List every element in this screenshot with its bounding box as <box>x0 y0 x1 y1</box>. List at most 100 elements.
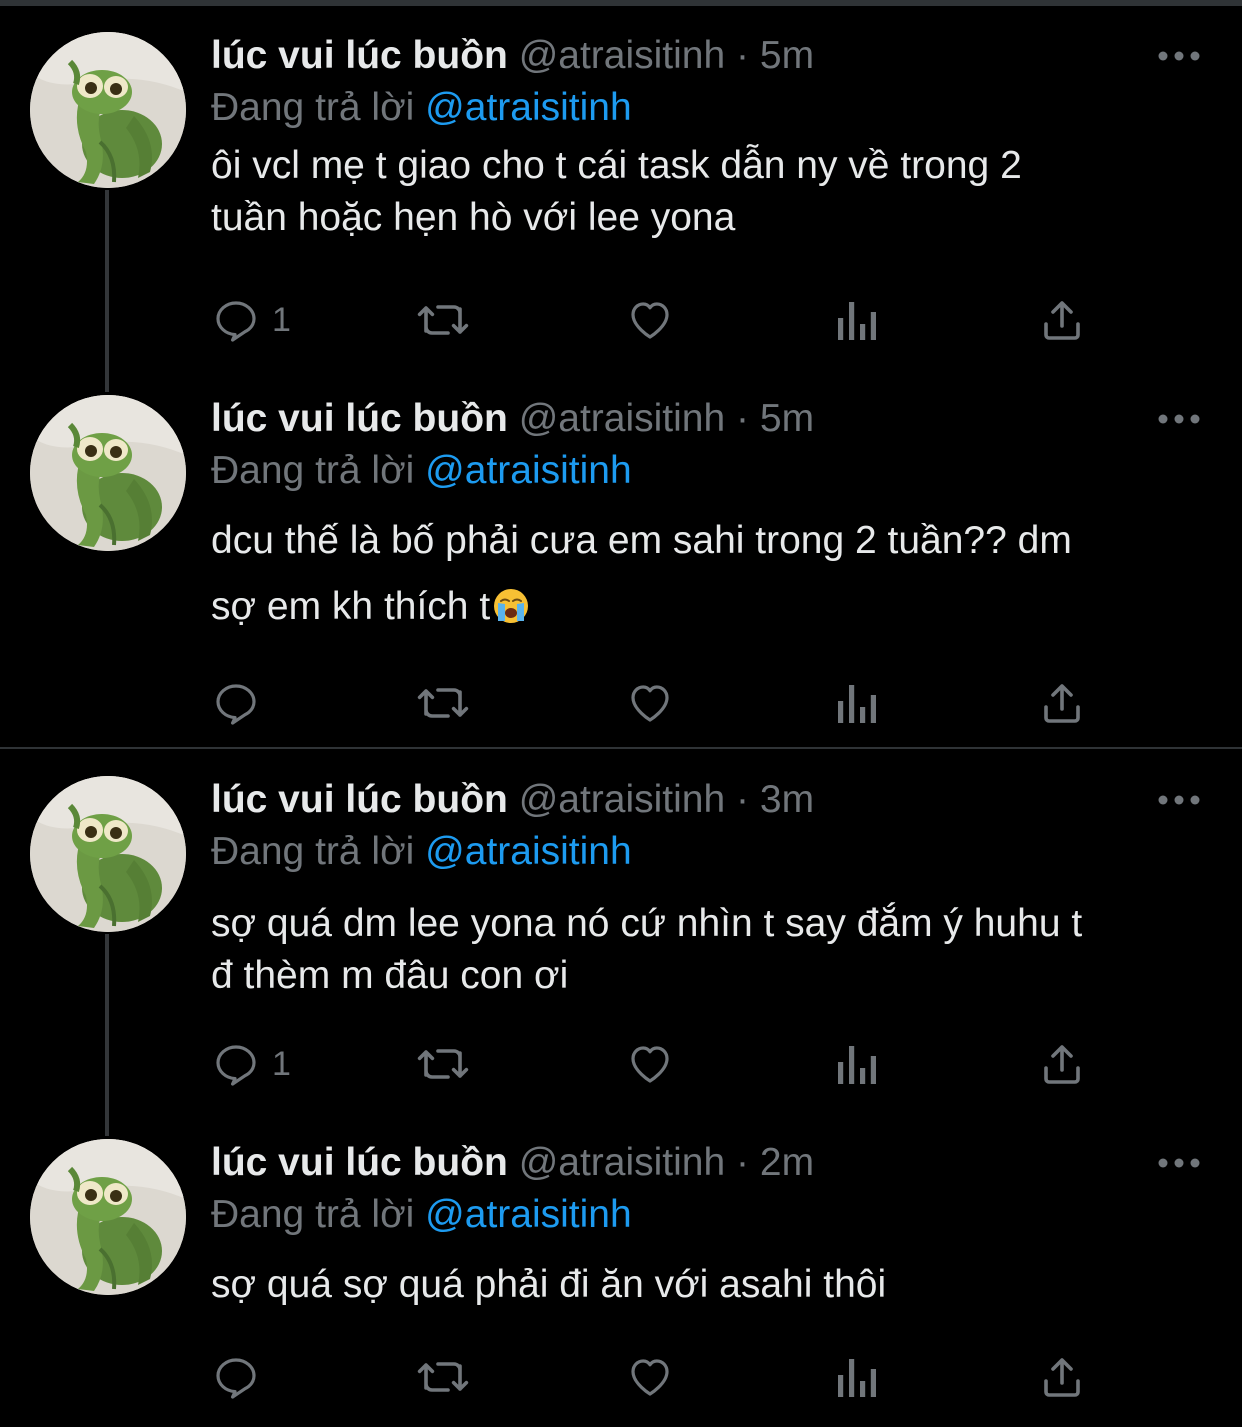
tweet[interactable]: lúc vui lúc buồn @atraisitinh · 3m Đang … <box>0 776 1242 1106</box>
retweet-button[interactable] <box>416 1034 470 1094</box>
avatar-image <box>30 776 186 932</box>
avatar-image <box>30 395 186 551</box>
tweet[interactable]: lúc vui lúc buồn @atraisitinh · 5m Đang … <box>0 32 1242 362</box>
replying-to-label: Đang trả lời <box>211 86 415 129</box>
like-icon <box>631 302 669 339</box>
separator-dot: · <box>736 397 750 440</box>
tweet[interactable]: lúc vui lúc buồn @atraisitinh · 5m Đang … <box>0 395 1242 735</box>
timestamp[interactable]: 5m <box>760 34 814 77</box>
tweet-text-line: đ thèm m đâu con ơi <box>211 954 569 997</box>
analytics-button[interactable] <box>834 673 878 733</box>
top-border <box>0 0 1242 6</box>
display-name[interactable]: lúc vui lúc buồn <box>211 34 508 77</box>
thread-divider <box>0 747 1242 749</box>
avatar[interactable] <box>30 776 186 932</box>
replying-to-handle[interactable]: @atraisitinh <box>425 1193 632 1236</box>
avatar[interactable] <box>30 395 186 551</box>
reply-count: 1 <box>272 1044 291 1083</box>
reply-button[interactable]: 1 <box>212 1034 291 1094</box>
share-button[interactable] <box>1038 1347 1086 1407</box>
tweet-header: lúc vui lúc buồn @atraisitinh · 2m <box>211 1139 814 1187</box>
user-handle[interactable]: @atraisitinh <box>519 778 726 821</box>
like-button[interactable] <box>626 1034 674 1094</box>
reply-count: 1 <box>272 300 291 339</box>
retweet-button[interactable] <box>416 1347 470 1407</box>
share-icon <box>1044 1045 1080 1084</box>
tweet-text-line: dcu thế là bố phải cưa em sahi trong 2 t… <box>211 519 1072 562</box>
display-name[interactable]: lúc vui lúc buồn <box>211 778 508 821</box>
tweet-text-line: sợ quá sợ quá phải đi ăn với asahi thôi <box>211 1263 887 1306</box>
avatar-image <box>30 1139 186 1295</box>
like-button[interactable] <box>626 290 674 350</box>
avatar-image <box>30 32 186 188</box>
tweet-text-line: tuần hoặc hẹn hò với lee yona <box>211 196 736 239</box>
reply-button[interactable] <box>212 673 272 733</box>
more-options-icon[interactable] <box>1156 46 1202 66</box>
user-handle[interactable]: @atraisitinh <box>519 1141 726 1184</box>
reply-icon <box>216 301 256 342</box>
user-handle[interactable]: @atraisitinh <box>519 34 726 77</box>
like-button[interactable] <box>626 673 674 733</box>
tweet[interactable]: lúc vui lúc buồn @atraisitinh · 2m Đang … <box>0 1139 1242 1409</box>
analytics-icon <box>838 302 876 340</box>
retweet-icon <box>417 688 469 718</box>
tweet-header: lúc vui lúc buồn @atraisitinh · 5m <box>211 32 814 80</box>
retweet-button[interactable] <box>416 290 470 350</box>
reply-button[interactable]: 1 <box>212 290 291 350</box>
replying-to: Đang trả lời @atraisitinh <box>211 1191 632 1239</box>
analytics-button[interactable] <box>834 290 878 350</box>
share-icon <box>1044 301 1080 340</box>
tweet-text-line-with-emoji: sợ em kh thích t <box>211 574 1211 640</box>
tweet-header: lúc vui lúc buồn @atraisitinh · 3m <box>211 776 814 824</box>
separator-dot: · <box>736 778 750 821</box>
replying-to-label: Đang trả lời <box>211 449 415 492</box>
replying-to-label: Đang trả lời <box>211 1193 415 1236</box>
replying-to-label: Đang trả lời <box>211 830 415 873</box>
share-button[interactable] <box>1038 1034 1086 1094</box>
analytics-icon <box>838 685 876 723</box>
separator-dot: · <box>736 1141 750 1184</box>
timestamp[interactable]: 3m <box>760 778 814 821</box>
analytics-button[interactable] <box>834 1347 878 1407</box>
display-name[interactable]: lúc vui lúc buồn <box>211 1141 508 1184</box>
replying-to: Đang trả lời @atraisitinh <box>211 447 632 495</box>
more-options-icon[interactable] <box>1156 1153 1202 1173</box>
reply-button[interactable] <box>212 1347 272 1407</box>
avatar[interactable] <box>30 32 186 188</box>
tweet-header: lúc vui lúc buồn @atraisitinh · 5m <box>211 395 814 443</box>
replying-to-handle[interactable]: @atraisitinh <box>425 86 632 129</box>
share-button[interactable] <box>1038 673 1086 733</box>
tweet-text: sợ quá sợ quá phải đi ăn với asahi thôi <box>211 1259 1211 1311</box>
share-icon <box>1044 684 1080 723</box>
like-icon <box>631 1359 669 1396</box>
reply-icon <box>216 1358 256 1399</box>
timestamp[interactable]: 2m <box>760 1141 814 1184</box>
action-bar: 1 <box>0 290 1242 350</box>
avatar[interactable] <box>30 1139 186 1295</box>
like-button[interactable] <box>626 1347 674 1407</box>
tweet-text-line: sợ quá dm lee yona nó cứ nhìn t say đắm … <box>211 902 1083 945</box>
analytics-icon <box>838 1046 876 1084</box>
share-icon <box>1044 1358 1080 1397</box>
retweet-icon <box>417 1362 469 1392</box>
tweet-text: dcu thế là bố phải cưa em sahi trong 2 t… <box>211 508 1211 640</box>
like-icon <box>631 685 669 722</box>
action-bar: 1 <box>0 1034 1242 1094</box>
analytics-button[interactable] <box>834 1034 878 1094</box>
replying-to-handle[interactable]: @atraisitinh <box>425 830 632 873</box>
tweet-text: sợ quá dm lee yona nó cứ nhìn t say đắm … <box>211 898 1211 1002</box>
timestamp[interactable]: 5m <box>760 397 814 440</box>
replying-to: Đang trả lời @atraisitinh <box>211 84 632 132</box>
reply-icon <box>216 684 256 725</box>
display-name[interactable]: lúc vui lúc buồn <box>211 397 508 440</box>
action-bar <box>0 1347 1242 1407</box>
retweet-icon <box>417 305 469 335</box>
more-options-icon[interactable] <box>1156 790 1202 810</box>
tweet-text-line: ôi vcl mẹ t giao cho t cái task dẫn ny v… <box>211 144 1022 187</box>
share-button[interactable] <box>1038 290 1086 350</box>
retweet-button[interactable] <box>416 673 470 733</box>
more-options-icon[interactable] <box>1156 409 1202 429</box>
user-handle[interactable]: @atraisitinh <box>519 397 726 440</box>
replying-to-handle[interactable]: @atraisitinh <box>425 449 632 492</box>
tweet-text-line: sợ em kh thích t <box>211 585 491 628</box>
